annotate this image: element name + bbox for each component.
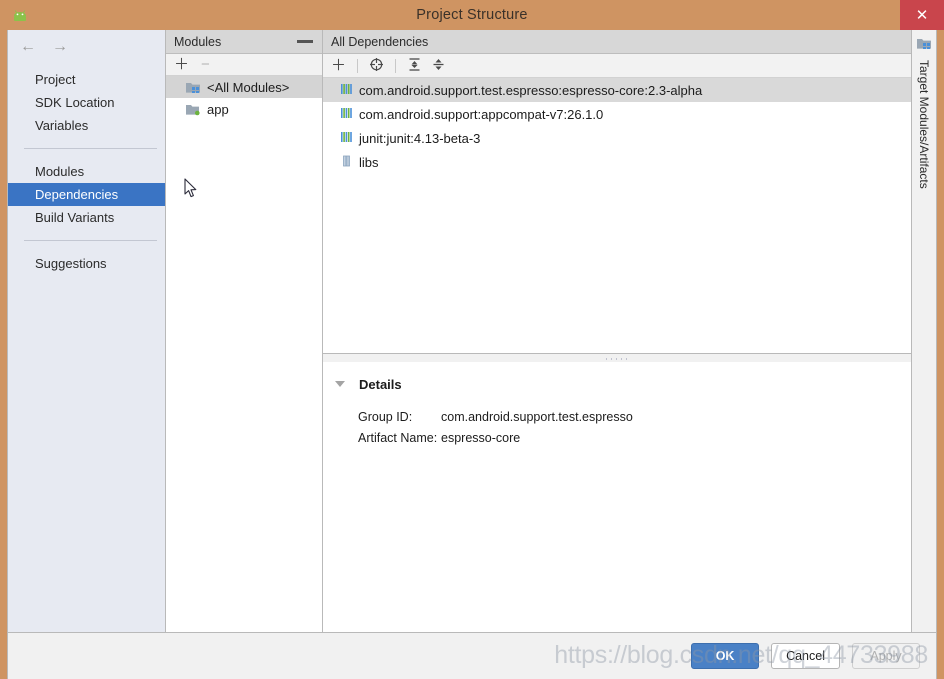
list-item-label: app [207, 101, 229, 117]
details-header: Details [323, 374, 911, 394]
all-modules-icon [185, 80, 201, 94]
ok-button[interactable]: OK [691, 643, 760, 669]
modules-panel-header: Modules [166, 30, 322, 54]
table-row[interactable]: libs [323, 150, 911, 174]
modules-panel: Modules ＋ − <All Modules> app [166, 30, 323, 632]
detail-row-artifact-name: Artifact Name: espresso-core [358, 427, 911, 448]
sidebar-item-modules[interactable]: Modules [8, 160, 165, 183]
dependencies-toolbar: ＋ [323, 54, 911, 78]
toolbar-divider [395, 58, 397, 73]
table-row-label: com.android.support.test.espresso:espres… [359, 82, 703, 98]
details-fields: Group ID: com.android.support.test.espre… [323, 406, 911, 448]
library-icon [341, 131, 352, 146]
sidebar-group-2: Modules Dependencies Build Variants [8, 160, 165, 229]
panel-splitter[interactable] [323, 353, 911, 362]
arrow-left-icon[interactable]: ← [20, 39, 36, 62]
sidebar-item-build-variants[interactable]: Build Variants [8, 206, 165, 229]
triangle-down-icon[interactable] [335, 381, 345, 387]
dependencies-panel-title: All Dependencies [331, 34, 429, 49]
sidebar-divider-1 [24, 148, 157, 149]
settings-sidebar: ← → Project SDK Location Variables Modul… [8, 30, 166, 632]
apply-button[interactable]: Apply [852, 643, 920, 669]
content-row: ← → Project SDK Location Variables Modul… [8, 30, 936, 632]
project-structure-window: Project Structure ✕ ← → Project SDK Loca… [0, 0, 944, 679]
table-row-label: libs [359, 154, 379, 170]
scope-target-icon[interactable] [369, 57, 384, 75]
detail-row-group-id: Group ID: com.android.support.test.espre… [358, 406, 911, 427]
sidebar-item-sdk-location[interactable]: SDK Location [8, 91, 165, 114]
detail-label: Group ID: [358, 409, 413, 424]
sidebar-group-3: Suggestions [8, 252, 165, 275]
arrow-right-icon[interactable]: → [52, 39, 68, 62]
toolbar-divider [357, 58, 359, 73]
table-row[interactable]: com.android.support:appcompat-v7:26.1.0 [323, 102, 911, 126]
modules-panel-title: Modules [174, 34, 222, 49]
list-item-label: <All Modules> [207, 79, 290, 95]
dependencies-list: com.android.support.test.espresso:espres… [323, 78, 911, 353]
sidebar-item-variables[interactable]: Variables [8, 114, 165, 137]
table-row-label: junit:junit:4.13-beta-3 [359, 130, 481, 146]
details-pane: Details Group ID: com.android.support.te… [323, 362, 911, 632]
minimize-icon[interactable] [297, 40, 313, 43]
close-button[interactable]: ✕ [900, 0, 944, 30]
sidebar-item-project[interactable]: Project [8, 68, 165, 91]
modules-list: <All Modules> app [166, 76, 322, 632]
sidebar-item-dependencies[interactable]: Dependencies [8, 183, 165, 206]
tab-label: Target Modules/Artifacts [917, 60, 931, 189]
module-icon [185, 102, 201, 116]
android-icon [12, 9, 28, 21]
dependencies-panel: All Dependencies ＋ com.android.support.t… [323, 30, 912, 632]
expand-all-icon[interactable] [407, 57, 422, 75]
sidebar-item-suggestions[interactable]: Suggestions [8, 252, 165, 275]
window-title: Project Structure [416, 7, 528, 23]
cancel-button[interactable]: Cancel [771, 643, 840, 669]
library-icon [341, 83, 352, 98]
details-title: Details [359, 376, 402, 392]
sidebar-divider-2 [24, 240, 157, 241]
list-item[interactable]: <All Modules> [166, 76, 322, 98]
table-row-label: com.android.support:appcompat-v7:26.1.0 [359, 106, 604, 122]
dependencies-panel-header: All Dependencies [323, 30, 911, 54]
sidebar-group-1: Project SDK Location Variables [8, 62, 165, 137]
modules-toolbar: ＋ − [166, 54, 322, 76]
plus-icon[interactable]: ＋ [331, 58, 346, 73]
list-item[interactable]: app [166, 98, 322, 120]
detail-value: com.android.support.test.espresso [441, 409, 633, 424]
title-bar: Project Structure ✕ [0, 0, 944, 30]
detail-value: espresso-core [441, 430, 521, 445]
target-modules-icon [916, 36, 932, 55]
detail-label: Artifact Name: [358, 430, 438, 445]
library-icon [341, 107, 352, 122]
minus-icon[interactable]: − [201, 57, 210, 72]
nav-arrow-group: ← → [8, 30, 165, 62]
dialog-body: ← → Project SDK Location Variables Modul… [7, 30, 937, 679]
table-row[interactable]: com.android.support.test.espresso:espres… [323, 78, 911, 102]
jar-folder-icon [341, 155, 352, 170]
right-tab-strip: Target Modules/Artifacts [912, 30, 936, 632]
dialog-footer: OK Cancel Apply https://blog.csdn.net/qq… [8, 632, 936, 679]
splitter-grip-icon [604, 357, 630, 362]
tab-target-modules-artifacts[interactable]: Target Modules/Artifacts [916, 36, 932, 189]
collapse-all-icon[interactable] [431, 57, 446, 75]
plus-icon[interactable]: ＋ [174, 57, 189, 72]
table-row[interactable]: junit:junit:4.13-beta-3 [323, 126, 911, 150]
